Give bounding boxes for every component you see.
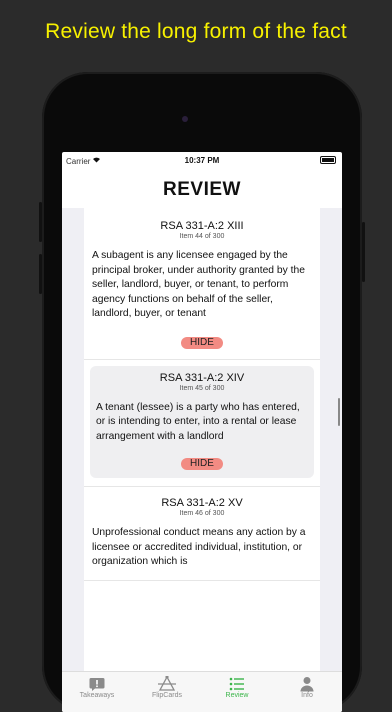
battery-icon xyxy=(320,156,336,164)
review-card: RSA 331-A:2 XIV Item 45 of 300 A tenant … xyxy=(90,365,314,478)
phone-side-button xyxy=(39,254,42,294)
tab-takeaways[interactable]: Takeaways xyxy=(62,672,132,712)
app-screen: Carrier 10:37 PM REVIEW RSA 331-A:2 XIII… xyxy=(62,152,342,712)
page-title: REVIEW xyxy=(163,179,241,200)
card-body: Unprofessional conduct means any action … xyxy=(92,527,306,567)
tab-review[interactable]: Review xyxy=(202,672,272,712)
review-card: RSA 331-A:2 XIII Item 44 of 300 A subage… xyxy=(84,208,320,360)
review-card: RSA 331-A:2 XV Item 46 of 300 Unprofessi… xyxy=(84,486,320,581)
card-body: A tenant (lessee) is a party who has ent… xyxy=(96,401,300,442)
front-camera xyxy=(182,116,188,122)
hide-button[interactable]: HIDE xyxy=(181,336,223,349)
phone-power-button xyxy=(362,222,365,282)
status-bar: Carrier 10:37 PM xyxy=(62,152,342,168)
phone-frame: Carrier 10:37 PM REVIEW RSA 331-A:2 XIII… xyxy=(39,72,365,712)
tab-bar: Takeaways FlipCards Review Info xyxy=(62,671,342,712)
card-title: RSA 331-A:2 XIII xyxy=(160,220,244,232)
card-title: RSA 331-A:2 XV xyxy=(161,497,243,509)
card-item-count: Item 44 of 300 xyxy=(179,233,225,240)
card-body: A subagent is any licensee engaged by th… xyxy=(92,250,305,319)
hide-button[interactable]: HIDE xyxy=(181,458,223,470)
tab-flipcards[interactable]: FlipCards xyxy=(132,672,202,712)
card-item-count: Item 46 of 300 xyxy=(179,510,225,517)
card-title: RSA 331-A:2 XIV xyxy=(159,371,245,384)
headline: Review the long form of the fact xyxy=(45,20,347,43)
tab-info[interactable]: Info xyxy=(272,672,342,712)
person-icon xyxy=(272,676,342,692)
status-time: 10:37 PM xyxy=(184,156,220,165)
exclamation-bubble-icon xyxy=(62,676,132,692)
phone-side-button xyxy=(39,202,42,242)
card-item-count: Item 45 of 300 xyxy=(179,384,225,392)
flipcards-icon xyxy=(132,676,202,692)
scroll-indicator[interactable] xyxy=(338,398,340,426)
review-list[interactable]: RSA 331-A:2 XIII Item 44 of 300 A subage… xyxy=(62,208,342,672)
list-icon xyxy=(202,676,272,692)
